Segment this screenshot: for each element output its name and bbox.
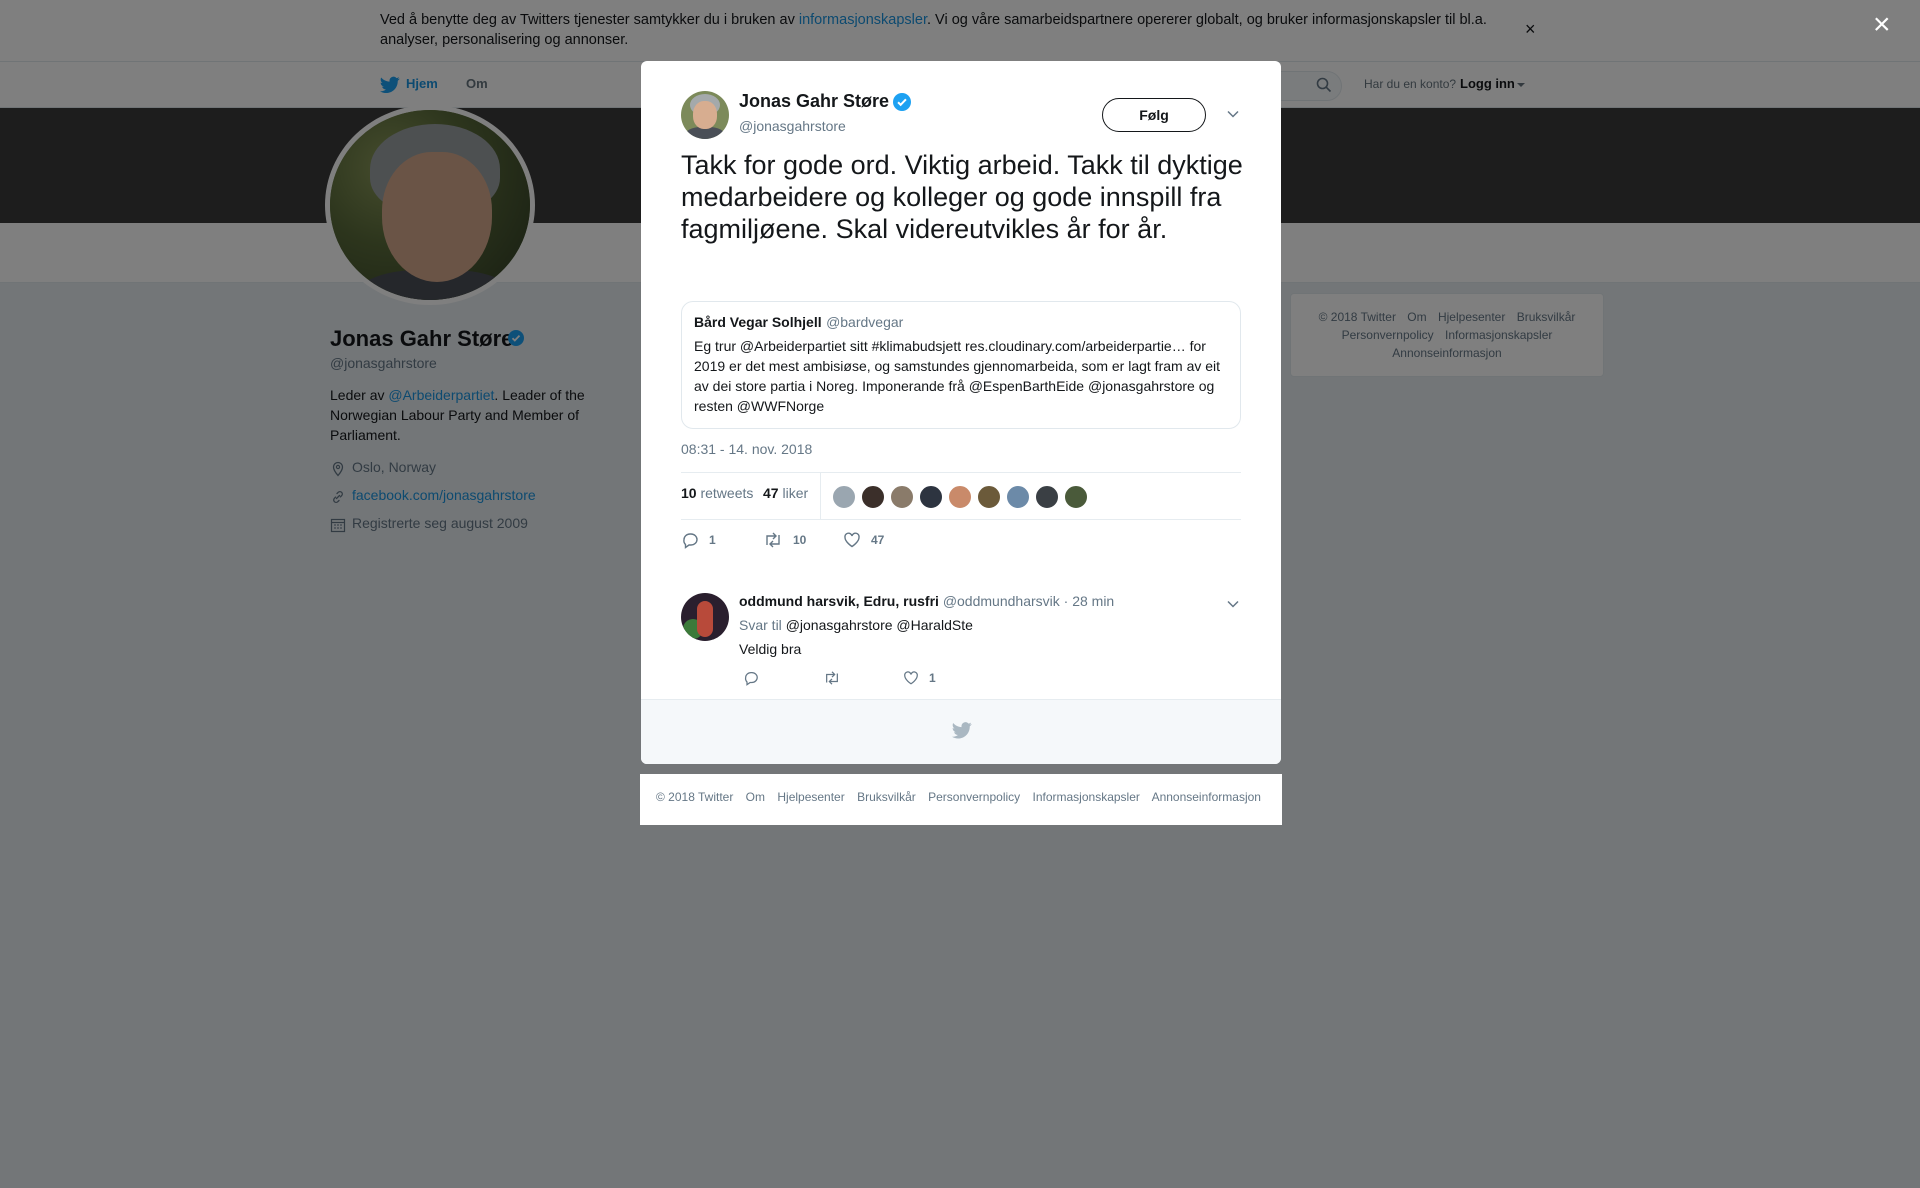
twitter-bird-icon — [952, 722, 972, 739]
liker-avatar[interactable] — [1064, 485, 1088, 509]
retweets-label[interactable]: retweets — [700, 485, 753, 501]
follow-button[interactable]: Følg — [1102, 98, 1206, 132]
reply-to-mentions[interactable]: @jonasgahrstore @HaraldSte — [786, 617, 973, 633]
retweet-action[interactable] — [823, 670, 851, 686]
tweet-stats: 10 retweets 47 liker — [681, 472, 1241, 520]
tweet-modal: Jonas Gahr Støre @jonasgahrstore Følg Ta… — [641, 61, 1281, 764]
tweet-timestamp[interactable]: 08:31 - 14. nov. 2018 — [681, 441, 812, 457]
reply-to: Svar til @jonasgahrstore @HaraldSte — [739, 617, 973, 633]
like-action[interactable]: 1 — [903, 670, 936, 686]
modal-bottom-footer: © 2018 Twitter Om Hjelpesenter Bruksvilk… — [640, 774, 1282, 825]
heart-icon[interactable] — [903, 670, 919, 686]
heart-icon[interactable] — [843, 531, 861, 549]
retweets-stat[interactable]: 10 retweets — [681, 485, 753, 501]
reply-action[interactable] — [743, 670, 769, 686]
likes-count[interactable]: 47 — [763, 485, 779, 501]
retweet-action[interactable]: 10 — [763, 531, 806, 549]
reply-tweet[interactable]: oddmund harsvik, Edru, rusfri @oddmundha… — [641, 581, 1281, 691]
reply-action[interactable]: 1 — [681, 531, 716, 549]
tweet-author-avatar[interactable] — [681, 91, 729, 139]
verified-badge-icon — [893, 93, 911, 111]
likes-label[interactable]: liker — [782, 485, 808, 501]
tweet-actions: 1 10 47 — [681, 531, 981, 553]
footer-link-help[interactable]: Hjelpesenter — [777, 790, 844, 804]
reply-author-handle[interactable]: @oddmundharsvik — [943, 593, 1060, 609]
tweet-author-handle[interactable]: @jonasgahrstore — [739, 118, 846, 134]
footer-link-about[interactable]: Om — [746, 790, 765, 804]
stats-divider — [820, 473, 821, 519]
liker-avatar[interactable] — [1035, 485, 1059, 509]
footer-copyright: © 2018 Twitter — [656, 790, 734, 804]
reply-header: oddmund harsvik, Edru, rusfri @oddmundha… — [739, 593, 1114, 609]
reply-author-avatar[interactable] — [681, 593, 729, 641]
liker-avatar[interactable] — [919, 485, 943, 509]
reply-count: 1 — [709, 533, 716, 547]
reply-actions: 1 — [743, 670, 1003, 690]
footer-link-terms[interactable]: Bruksvilkår — [857, 790, 916, 804]
footer-link-privacy[interactable]: Personvernpolicy — [928, 790, 1020, 804]
liker-avatar[interactable] — [1006, 485, 1030, 509]
reply-to-label: Svar til — [739, 617, 782, 633]
quoted-author-handle: @bardvegar — [826, 314, 904, 330]
likes-stat[interactable]: 47 liker — [763, 485, 808, 501]
retweet-icon[interactable] — [763, 531, 783, 549]
liker-avatar[interactable] — [948, 485, 972, 509]
liker-avatar[interactable] — [890, 485, 914, 509]
chevron-down-icon[interactable] — [1226, 599, 1240, 609]
footer-link-ads[interactable]: Annonseinformasjon — [1152, 790, 1261, 804]
reply-text: Veldig bra — [739, 641, 802, 657]
quoted-tweet-text: Eg trur @Arbeiderpartiet sitt #klimabuds… — [694, 338, 1221, 414]
close-modal-button[interactable]: × — [1873, 10, 1891, 40]
chevron-down-icon[interactable] — [1226, 109, 1240, 119]
retweets-count[interactable]: 10 — [681, 485, 697, 501]
liker-avatar[interactable] — [861, 485, 885, 509]
quoted-tweet[interactable]: Bård Vegar Solhjell @bardvegar Eg trur @… — [681, 301, 1241, 429]
like-action[interactable]: 47 — [843, 531, 884, 549]
retweet-icon[interactable] — [823, 670, 841, 686]
tweet-author-name[interactable]: Jonas Gahr Støre — [739, 91, 889, 112]
reply-icon[interactable] — [681, 531, 699, 549]
like-count: 47 — [871, 533, 885, 547]
reply-time[interactable]: · 28 min — [1064, 593, 1115, 609]
quoted-author-name: Bård Vegar Solhjell — [694, 314, 822, 330]
reply-author-name[interactable]: oddmund harsvik, Edru, rusfri — [739, 593, 939, 609]
liker-avatar[interactable] — [977, 485, 1001, 509]
tweet-text: Takk for gode ord. Viktig arbeid. Takk t… — [681, 150, 1243, 244]
footer-link-cookies[interactable]: Informasjonskapsler — [1033, 790, 1140, 804]
like-count: 1 — [929, 671, 936, 685]
modal-footer — [641, 699, 1281, 764]
retweet-count: 10 — [793, 533, 807, 547]
liker-avatar[interactable] — [832, 485, 856, 509]
reply-icon[interactable] — [743, 670, 759, 686]
